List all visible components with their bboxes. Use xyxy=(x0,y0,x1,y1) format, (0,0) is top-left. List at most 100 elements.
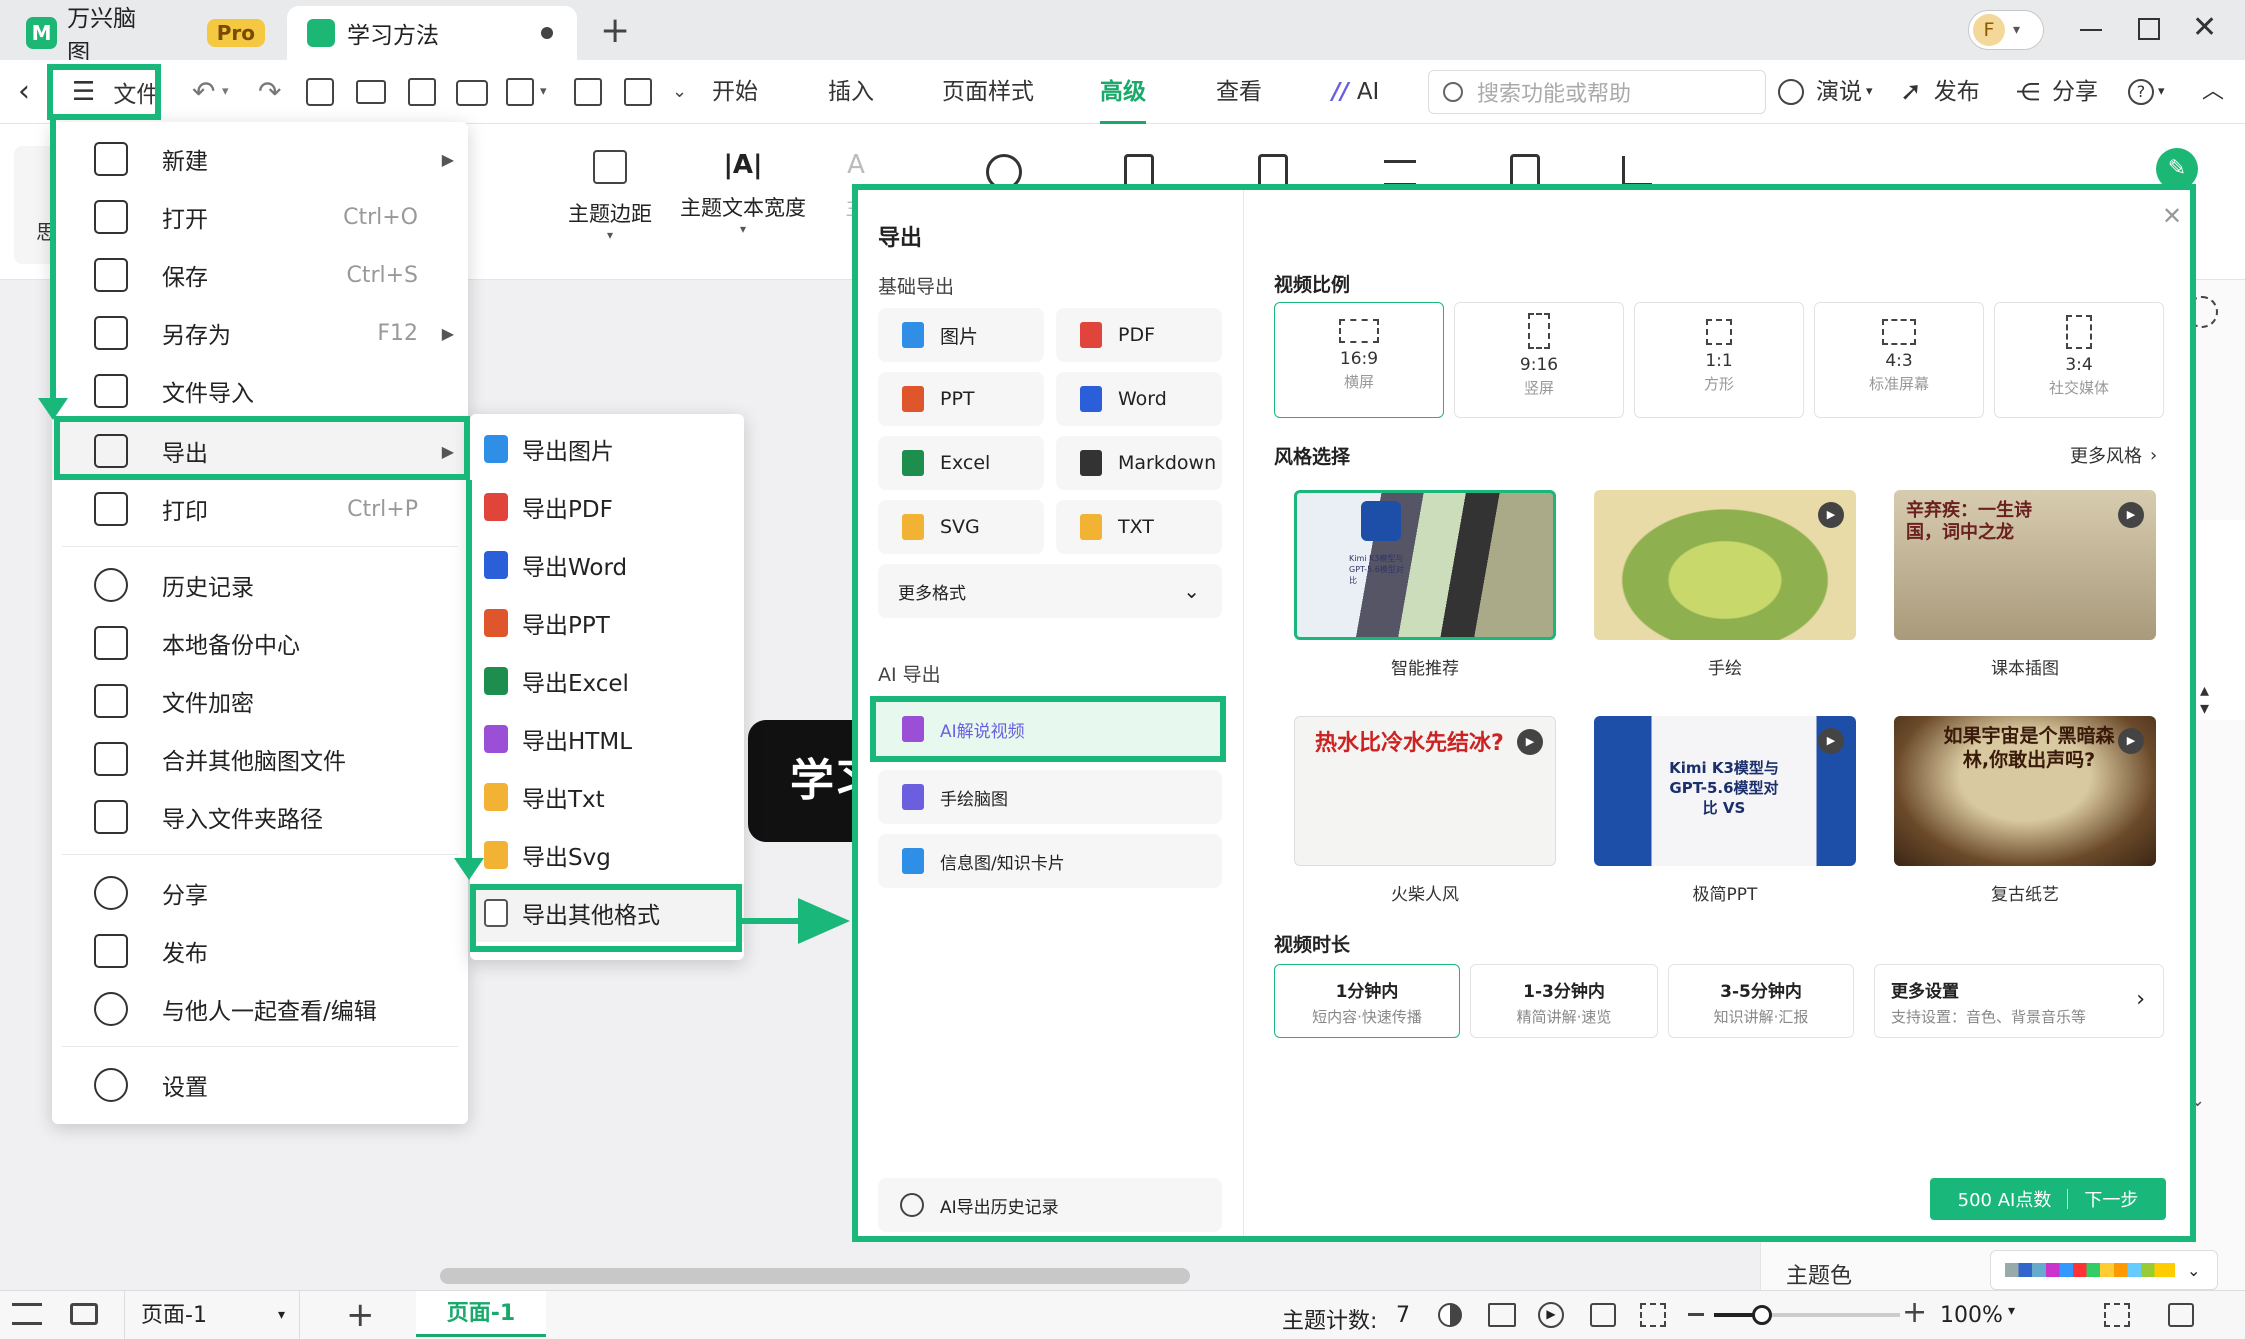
export-svg-item[interactable]: 导出Svg xyxy=(470,826,744,884)
more-formats-dropdown[interactable]: 更多格式 ⌄ xyxy=(878,564,1222,618)
menu-ai[interactable]: // AI xyxy=(1332,60,1379,124)
import-icon[interactable] xyxy=(574,78,602,106)
style-card-smart[interactable]: Kimi K3模型与GPT-5.6模型对比 xyxy=(1294,490,1556,640)
duration-3-5min[interactable]: 3-5分钟内 知识讲解·汇报 xyxy=(1668,964,1854,1038)
export-icon[interactable] xyxy=(506,78,534,106)
play-icon[interactable]: ▶ xyxy=(1538,1302,1564,1328)
back-icon[interactable]: ‹ xyxy=(18,60,30,124)
fullscreen-icon[interactable] xyxy=(2104,1303,2130,1327)
infographic-button[interactable]: 信息图/知识卡片 xyxy=(878,834,1222,888)
right-panel-stepper-icon[interactable]: ▴ ▾ xyxy=(2200,682,2209,718)
style-card-stickman[interactable]: 热水比冷水先结冰? ▶ xyxy=(1294,716,1556,866)
export-image-item[interactable]: 导出图片 xyxy=(470,420,744,478)
undo-dropdown-icon[interactable]: ▾ xyxy=(222,60,229,124)
fit-icon[interactable] xyxy=(1590,1303,1616,1327)
close-window-icon[interactable]: ✕ xyxy=(2192,10,2217,45)
file-menu-merge[interactable]: 合并其他脑图文件 xyxy=(52,730,468,788)
add-page-icon[interactable]: + xyxy=(346,1295,375,1335)
style-card-retro-paper[interactable]: 如果宇宙是个黑暗森林,你敢出声吗? ▶ xyxy=(1894,716,2156,866)
zoom-in-icon[interactable]: + xyxy=(1902,1295,1927,1330)
minimize-icon[interactable] xyxy=(2080,29,2102,31)
new-file-icon[interactable] xyxy=(306,78,334,106)
file-menu-new[interactable]: 新建 ▶ xyxy=(52,130,468,188)
export-html-item[interactable]: 导出HTML xyxy=(470,710,744,768)
duration-1-3min[interactable]: 1-3分钟内 精简讲解·速览 xyxy=(1470,964,1658,1038)
more-tools-icon[interactable]: ⌄ xyxy=(672,60,687,124)
style-card-handdrawn[interactable]: ▶ xyxy=(1594,490,1856,640)
format-word-button[interactable]: Word xyxy=(1056,372,1222,426)
zoom-slider-handle[interactable] xyxy=(1752,1305,1772,1325)
export-word-item[interactable]: 导出Word xyxy=(470,536,744,594)
export-excel-item[interactable]: 导出Excel xyxy=(470,652,744,710)
export-dropdown-icon[interactable]: ▾ xyxy=(540,60,547,124)
topic-margin-button[interactable]: 主题边距 ▾ xyxy=(560,150,660,242)
file-menu-settings[interactable]: 设置 xyxy=(52,1056,468,1114)
ratio-1-1[interactable]: 1:1 方形 xyxy=(1634,302,1804,418)
pie-icon[interactable] xyxy=(1438,1303,1462,1327)
menu-page-style[interactable]: 页面样式 xyxy=(942,60,1034,124)
ai-export-history-button[interactable]: AI导出历史记录 xyxy=(878,1178,1222,1232)
help-button[interactable]: ? ▾ xyxy=(2128,60,2165,124)
page-tab-1[interactable]: 页面-1 xyxy=(416,1291,546,1337)
format-excel-button[interactable]: Excel xyxy=(878,436,1044,490)
open-folder-icon[interactable] xyxy=(356,80,386,104)
file-menu-backup[interactable]: 本地备份中心 xyxy=(52,614,468,672)
print-icon[interactable] xyxy=(456,80,488,106)
panel-toggle-icon[interactable] xyxy=(2168,1303,2194,1327)
present-button[interactable]: 演说 ▾ xyxy=(1778,60,1873,124)
file-menu-share[interactable]: 分享 xyxy=(52,864,468,922)
file-menu-import-folder[interactable]: 导入文件夹路径 xyxy=(52,788,468,846)
file-menu-publish[interactable]: 发布 xyxy=(52,922,468,980)
file-menu-import[interactable]: 文件导入 xyxy=(52,362,468,420)
hand-drawn-map-button[interactable]: 手绘脑图 xyxy=(878,770,1222,824)
menu-insert[interactable]: 插入 xyxy=(828,60,874,124)
style-card-minimal-ppt[interactable]: Kimi K3模型与GPT-5.6模型对比 VS ▶ xyxy=(1594,716,1856,866)
page-select[interactable]: 页面-1 ▾ xyxy=(124,1291,300,1339)
menu-view[interactable]: 查看 xyxy=(1216,60,1262,124)
search-box[interactable]: 搜索功能或帮助 xyxy=(1428,70,1766,114)
publish-button[interactable]: ➚ 发布 xyxy=(1900,60,1980,124)
topic-text-width-button[interactable]: |A| 主题文本宽度 ▾ xyxy=(680,150,806,236)
horizontal-scrollbar[interactable] xyxy=(440,1268,1190,1284)
file-menu-open[interactable]: 打开 Ctrl+O xyxy=(52,188,468,246)
save-icon[interactable] xyxy=(408,78,436,106)
collapse-ribbon-icon[interactable]: ︿ xyxy=(2202,60,2224,124)
align-icon[interactable] xyxy=(1384,160,1416,186)
outline-icon[interactable] xyxy=(12,1303,42,1325)
ratio-4-3[interactable]: 4:3 标准屏幕 xyxy=(1814,302,1984,418)
save-as-icon[interactable] xyxy=(624,78,652,106)
format-ppt-button[interactable]: PPT xyxy=(878,372,1044,426)
export-ppt-item[interactable]: 导出PPT xyxy=(470,594,744,652)
export-pdf-item[interactable]: 导出PDF xyxy=(470,478,744,536)
redo-icon[interactable]: ↷ xyxy=(258,60,281,124)
user-avatar[interactable]: F ▾ xyxy=(1968,10,2044,50)
doc-tab[interactable]: 学习方法 xyxy=(287,6,577,60)
file-menu-save[interactable]: 保存 Ctrl+S xyxy=(52,246,468,304)
share-button[interactable]: ⋲ 分享 xyxy=(2016,60,2098,124)
ai-video-button[interactable]: AI解说视频 xyxy=(870,696,1226,762)
file-menu-print[interactable]: 打印 Ctrl+P xyxy=(52,480,468,538)
ratio-9-16[interactable]: 9:16 竖屏 xyxy=(1454,302,1624,418)
format-pdf-button[interactable]: PDF xyxy=(1056,308,1222,362)
format-markdown-button[interactable]: Markdown xyxy=(1056,436,1222,490)
next-step-button[interactable]: 500 AI点数 下一步 xyxy=(1930,1178,2166,1220)
expand-icon[interactable] xyxy=(1640,1303,1666,1327)
duration-1min[interactable]: 1分钟内 短内容·快速传播 xyxy=(1274,964,1460,1038)
menu-start[interactable]: 开始 xyxy=(712,60,758,124)
file-menu-encrypt[interactable]: 文件加密 xyxy=(52,672,468,730)
theme-color-picker[interactable]: ⌄ xyxy=(1990,1250,2218,1290)
menu-advanced[interactable]: 高级 xyxy=(1100,60,1146,124)
slides-icon[interactable] xyxy=(70,1303,98,1325)
file-menu-collaborate[interactable]: 与他人一起查看/编辑 xyxy=(52,980,468,1038)
export-txt-item[interactable]: 导出Txt xyxy=(470,768,744,826)
format-image-button[interactable]: 图片 xyxy=(878,308,1044,362)
book-icon[interactable] xyxy=(1488,1303,1516,1327)
file-menu-save-as[interactable]: 另存为 F12 ▶ xyxy=(52,304,468,362)
more-styles-link[interactable]: 更多风格 › xyxy=(2070,442,2157,468)
format-txt-button[interactable]: TXT xyxy=(1056,500,1222,554)
chevron-down-icon[interactable]: ▾ xyxy=(2008,1303,2015,1319)
crop-icon[interactable] xyxy=(1622,156,1652,186)
app-tab[interactable]: M 万兴脑图 Pro xyxy=(10,6,265,66)
ratio-16-9[interactable]: 16:9 横屏 xyxy=(1274,302,1444,418)
zoom-out-icon[interactable] xyxy=(1688,1313,1704,1316)
